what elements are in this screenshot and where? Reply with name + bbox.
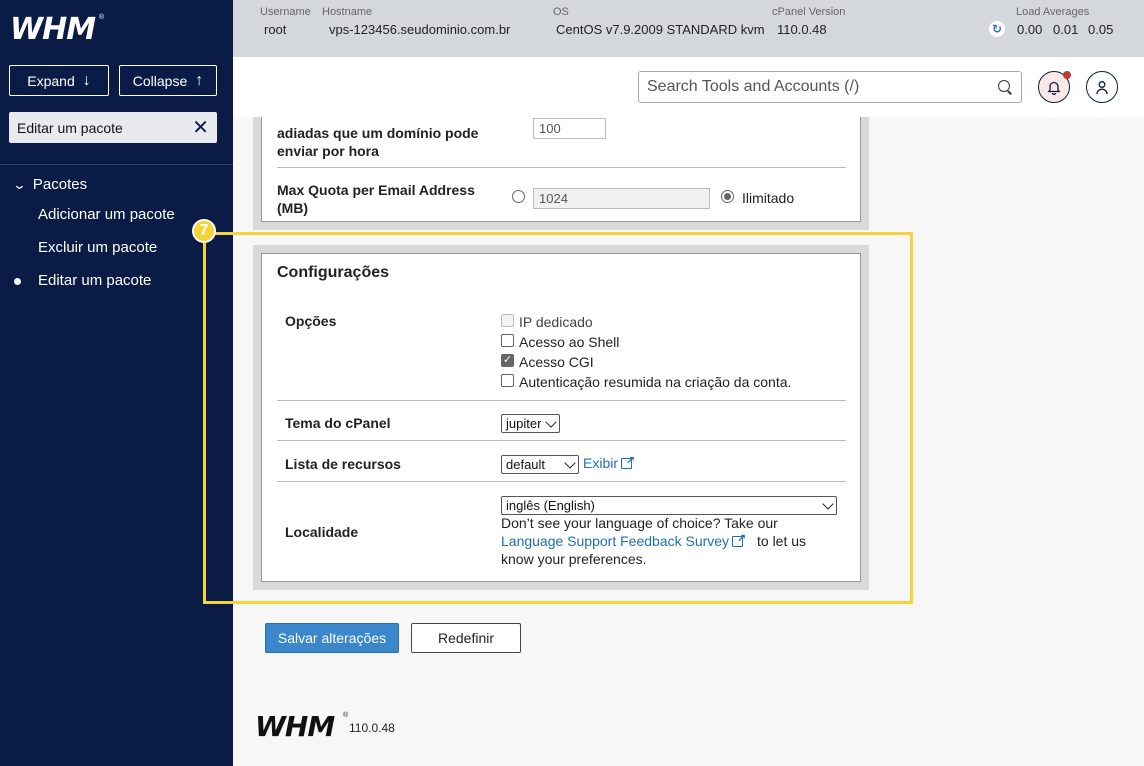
load-averages-label: Load Averages <box>1016 6 1090 18</box>
notifications-button[interactable] <box>1038 71 1071 103</box>
arrow-up-icon: ↑ <box>195 71 204 89</box>
sidebar-divider <box>0 164 233 165</box>
global-search[interactable] <box>638 71 1022 103</box>
max-quota-field[interactable]: 1024 <box>533 188 710 209</box>
hostname-label: Hostname <box>322 6 373 18</box>
whm-logo-text: WHM <box>10 12 96 47</box>
registered-mark: ® <box>98 14 104 21</box>
quota-custom-radio[interactable] <box>512 190 525 203</box>
arrow-down-icon: ↓ <box>82 71 91 89</box>
cpanel-version-label: cPanel Version <box>772 6 846 18</box>
os-label: OS <box>553 6 569 18</box>
annotation-highlight-box <box>203 232 913 604</box>
close-icon[interactable]: ✕ <box>192 118 209 138</box>
load-average-5: 0.01 <box>1053 22 1079 37</box>
footer-whm-logo: WHM <box>255 710 335 743</box>
os-value: CentOS v7.9.2009 STANDARD kvm <box>556 22 765 37</box>
header <box>233 57 1144 117</box>
username-value: root <box>264 22 287 37</box>
sidebar-item-editar-pacote[interactable]: Editar um pacote <box>38 272 151 289</box>
load-average-15: 0.05 <box>1088 22 1114 37</box>
unlimited-label: Ilimitado <box>742 190 795 206</box>
expand-label: Expand <box>27 72 75 89</box>
email-limits-panel-inner: 100 adiadas que um domínio pode enviar p… <box>261 117 861 222</box>
search-icon[interactable] <box>997 79 1013 95</box>
user-icon <box>1096 80 1108 94</box>
notification-dot <box>1063 71 1071 79</box>
sidebar-item-adicionar-pacote[interactable]: Adicionar um pacote <box>38 206 175 223</box>
annotation-step-badge: 7 <box>192 219 216 243</box>
bell-icon <box>1047 81 1061 95</box>
email-limits-panel: 100 adiadas que um domínio pode enviar p… <box>253 117 869 230</box>
user-menu-button[interactable] <box>1086 71 1118 103</box>
collapse-label: Collapse <box>132 72 188 89</box>
cpanel-version-value: 110.0.48 <box>777 22 827 37</box>
sidebar-group-label: Pacotes <box>32 176 88 193</box>
hostname-value: vps-123456.seudominio.com.br <box>329 22 511 37</box>
deferred-limit-label: adiadas que um domínio pode enviar por h… <box>277 125 479 159</box>
save-changes-button[interactable]: Salvar alterações <box>265 623 399 653</box>
load-average-1: 0.00 <box>1017 22 1043 37</box>
search-input[interactable] <box>647 78 997 96</box>
sidebar-item-excluir-pacote[interactable]: Excluir um pacote <box>38 239 157 256</box>
server-status-bar: Username root Hostname vps-123456.seudom… <box>233 0 1144 57</box>
username-label: Username <box>260 6 311 18</box>
max-quota-label: Max Quota per Email Address (MB) <box>277 182 475 216</box>
sidebar-search-input[interactable]: Editar um pacote ✕ <box>9 112 217 143</box>
footer-registered-mark: ® <box>343 712 349 719</box>
whm-logo[interactable]: WHM ® <box>10 14 110 46</box>
chevron-down-icon: ⌄ <box>12 176 27 192</box>
active-bullet-icon <box>14 278 21 285</box>
refresh-icon[interactable]: ↻ <box>989 21 1005 37</box>
sidebar-search-value: Editar um pacote <box>17 119 123 136</box>
sidebar: WHM ® Expand ↓ Collapse ↑ Editar um paco… <box>0 0 233 766</box>
collapse-button[interactable]: Collapse ↑ <box>119 65 217 96</box>
footer-version: 110.0.48 <box>349 721 395 735</box>
row-divider <box>277 167 846 168</box>
quota-unlimited-radio[interactable] <box>721 190 734 203</box>
sidebar-group-pacotes[interactable]: ⌄ Pacotes <box>12 176 88 193</box>
expand-button[interactable]: Expand ↓ <box>9 65 109 96</box>
reset-button[interactable]: Redefinir <box>411 623 521 653</box>
deferred-limit-field[interactable]: 100 <box>533 118 606 139</box>
